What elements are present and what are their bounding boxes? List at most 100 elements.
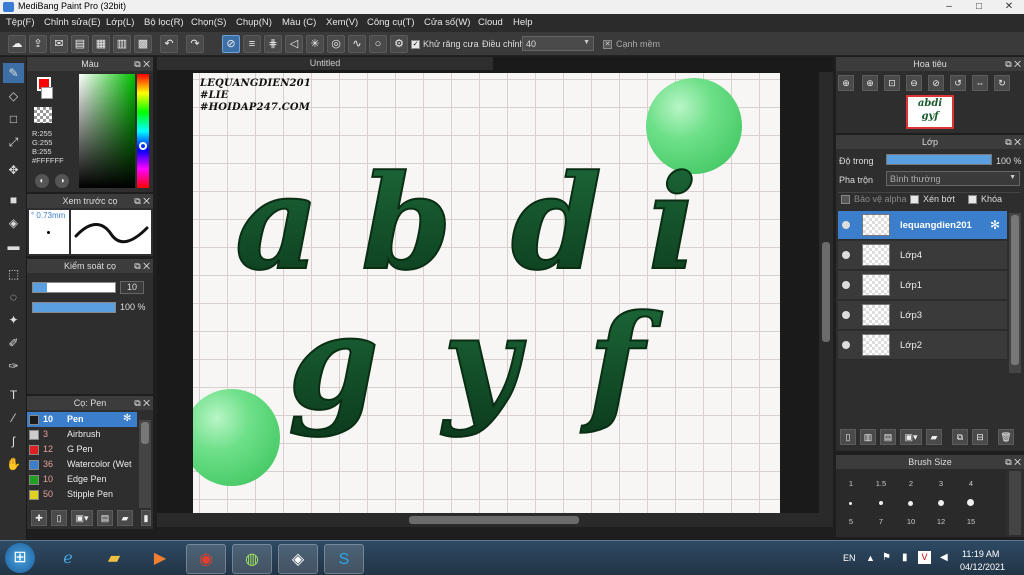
menu-color[interactable]: Màu (C) — [282, 17, 316, 28]
brush-new-icon[interactable]: ▯ — [51, 510, 67, 526]
layers-icon[interactable]: ▤ — [71, 35, 89, 53]
eye-icon[interactable] — [842, 221, 850, 229]
tray-expand-icon[interactable]: ▲ — [866, 553, 875, 563]
gear-icon[interactable]: ✻ — [123, 413, 131, 424]
hand-tool-icon[interactable]: ✋ — [3, 454, 24, 474]
rotate-right-icon[interactable]: ↻ — [994, 75, 1010, 91]
eyedropper2-tool-icon[interactable]: ʃ — [3, 431, 24, 451]
zoom-out-icon[interactable]: ⊖ — [906, 75, 922, 91]
close-icon[interactable]: ⧉ ✕ — [134, 57, 150, 71]
palette-icon[interactable]: ◐ — [35, 174, 49, 188]
delete-layer-icon[interactable]: 🗑 — [998, 429, 1014, 445]
fit-window-icon[interactable]: ⊡ — [884, 75, 900, 91]
clock-time[interactable]: 11:19 AM — [962, 549, 999, 559]
document-tab[interactable]: Untitled — [157, 57, 493, 70]
brush-list-item[interactable]: 36 Watercolor (Wet — [27, 457, 137, 472]
tray-network-icon[interactable]: ▮ — [902, 552, 908, 563]
brush-size-10[interactable]: 10 — [896, 517, 926, 526]
menu-select[interactable]: Chọn(S) — [191, 17, 226, 28]
eye-icon[interactable] — [842, 281, 850, 289]
select-tool-icon[interactable]: ⬚ — [3, 264, 24, 284]
hue-slider[interactable] — [137, 74, 149, 188]
horizontal-scroll-thumb[interactable] — [409, 516, 579, 524]
export-icon[interactable]: ⇪ — [29, 35, 47, 53]
brush-size-12[interactable]: 12 — [926, 517, 956, 526]
secondary-color-swatch[interactable] — [41, 87, 53, 99]
tray-volume-icon[interactable]: ◀ — [940, 552, 948, 563]
eye-icon[interactable] — [842, 251, 850, 259]
palette-add-icon[interactable]: ◑ — [55, 174, 69, 188]
brush-opacity-slider[interactable] — [32, 302, 116, 313]
redo-icon[interactable]: ↷ — [186, 35, 204, 53]
text-tool-icon[interactable]: T — [3, 385, 24, 405]
bucket-tool-icon[interactable]: ◈ — [3, 213, 24, 233]
vanish-snap-icon[interactable]: ◁ — [285, 35, 303, 53]
undo-icon[interactable]: ↶ — [160, 35, 178, 53]
gear-icon[interactable]: ✻ — [990, 218, 1000, 232]
maximize-button[interactable]: □ — [964, 0, 994, 14]
brush-size-3[interactable]: 3 — [926, 479, 956, 488]
lock-checkbox[interactable] — [968, 195, 977, 204]
brush-folder-icon[interactable]: ▰ — [117, 510, 133, 526]
explorer-icon[interactable]: ▰ — [94, 544, 134, 574]
no-snap-icon[interactable]: ⊘ — [222, 35, 240, 53]
vertical-scrollbar[interactable] — [819, 72, 833, 513]
eye-icon[interactable] — [842, 341, 850, 349]
menu-view[interactable]: Xem(V) — [326, 17, 358, 28]
brush-list-item[interactable]: 10 Edge Pen — [27, 472, 137, 487]
brush-list-item[interactable]: 3 Airbrush — [27, 427, 137, 442]
menu-tools[interactable]: Công cụ(T) — [367, 17, 415, 28]
clock-date[interactable]: 04/12/2021 — [960, 562, 1005, 572]
brush-list-scrollbar[interactable] — [139, 420, 151, 508]
brush-list-item[interactable]: 10 Pen ✻ — [27, 412, 137, 427]
brush-size-2[interactable]: 2 — [896, 479, 926, 488]
brush-size-scrollbar[interactable] — [1009, 471, 1021, 535]
menu-file[interactable]: Tệp(F) — [6, 17, 35, 28]
layer-list-scrollbar[interactable] — [1009, 213, 1021, 373]
close-icon[interactable]: ⧉ ✕ — [1005, 57, 1021, 71]
film-icon[interactable]: ▩ — [134, 35, 152, 53]
cloud-icon[interactable]: ☁ — [8, 35, 26, 53]
select-eraser-icon[interactable]: ✑ — [3, 356, 24, 376]
start-orb-icon[interactable]: ⊞ — [5, 543, 35, 573]
menu-window[interactable]: Cửa số(W) — [424, 17, 470, 28]
brush-size-5[interactable]: 5 — [836, 517, 866, 526]
brush-size-7[interactable]: 7 — [866, 517, 896, 526]
close-icon[interactable]: ⧉ ✕ — [134, 194, 150, 208]
hue-handle[interactable] — [139, 142, 147, 150]
zoom-in-2-icon[interactable]: ⊕ — [862, 75, 878, 91]
select-pen-icon[interactable]: ✐ — [3, 333, 24, 353]
brush-size-1-5[interactable]: 1.5 — [866, 479, 896, 488]
flip-icon[interactable]: ⇔ — [972, 75, 988, 91]
merge-layer-icon[interactable]: ⊟ — [972, 429, 988, 445]
brush-list-item[interactable]: 50 Stipple Pen — [27, 487, 137, 502]
line-tool-icon[interactable]: ⤢ — [3, 132, 24, 152]
vertical-scroll-thumb[interactable] — [822, 242, 830, 342]
menu-capture[interactable]: Chụp(N) — [236, 17, 272, 28]
gradient-tool-icon[interactable]: ▬ — [3, 236, 24, 256]
paint-icon[interactable]: ◈ — [278, 544, 318, 574]
magic-wand-icon[interactable]: ✦ — [3, 310, 24, 330]
menu-help[interactable]: Help — [513, 17, 533, 28]
brush-menu-icon[interactable]: ▣▾ — [71, 510, 93, 526]
close-button[interactable]: ✕ — [994, 0, 1024, 14]
grid-icon[interactable]: ▥ — [113, 35, 131, 53]
radial-snap-icon[interactable]: ✳ — [306, 35, 324, 53]
concentric-snap-icon[interactable]: ◎ — [327, 35, 345, 53]
adjust-dropdown[interactable]: 40 ▼ — [522, 36, 594, 51]
circle-snap-icon[interactable]: ○ — [369, 35, 387, 53]
saturation-value-picker[interactable] — [79, 74, 135, 188]
brush-size-slider[interactable] — [32, 282, 116, 293]
layer-menu-icon[interactable]: ▣▾ — [900, 429, 922, 445]
layer-row[interactable]: Lớp3 — [838, 301, 1007, 330]
media-icon[interactable]: ▶ — [140, 544, 180, 574]
close-icon[interactable]: ⧉ ✕ — [134, 396, 150, 410]
layer-row[interactable]: lequangdien201 ✻ — [838, 211, 1007, 240]
move-tool-icon[interactable]: ✥ — [3, 160, 24, 180]
new-8bit-layer-icon[interactable]: ▤ — [880, 429, 896, 445]
parallel-snap-icon[interactable]: ≡ — [243, 35, 261, 53]
layer-row[interactable]: Lớp2 — [838, 331, 1007, 360]
zoom-in-icon[interactable]: ⊕ — [838, 75, 854, 91]
fill-rect-icon[interactable]: ■ — [3, 190, 24, 210]
eyedropper-tool-icon[interactable]: ⁄ — [3, 408, 24, 428]
